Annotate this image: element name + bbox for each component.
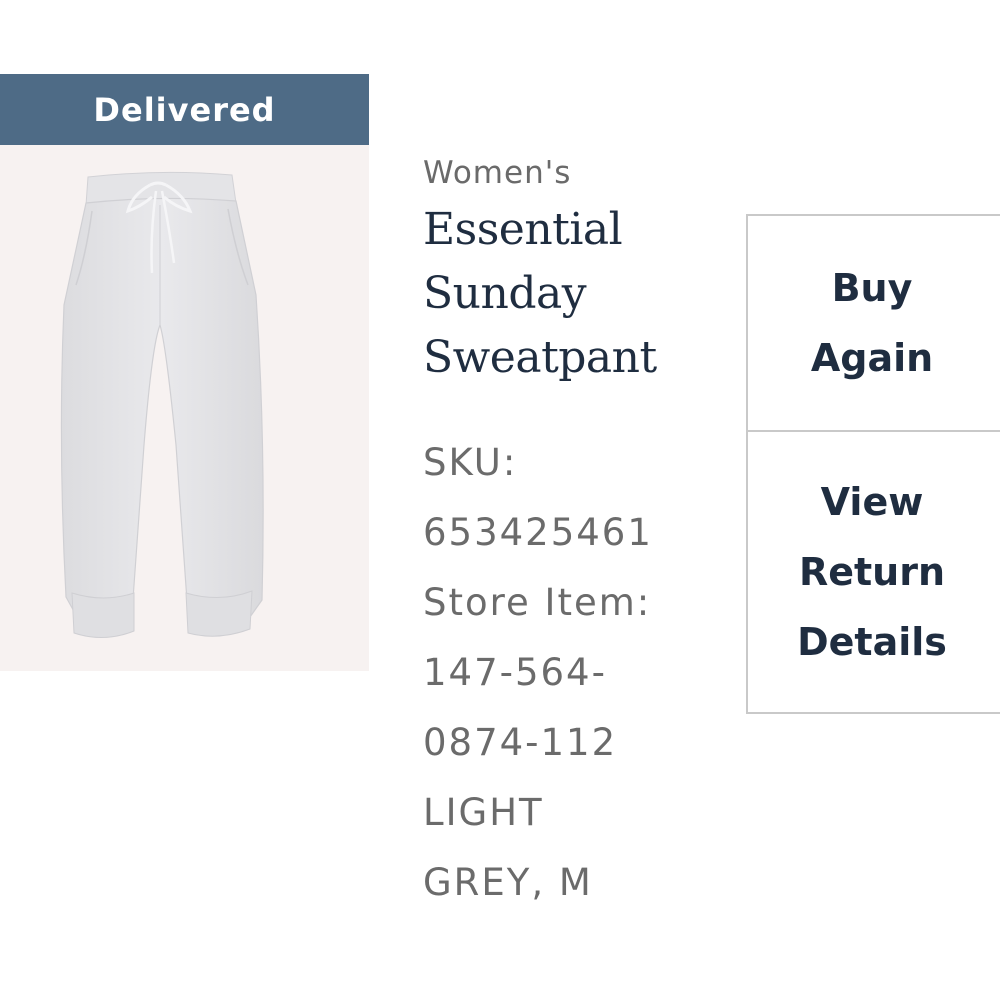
variant-value: LIGHT [423, 791, 544, 834]
status-label: Delivered [93, 90, 276, 129]
store-item-value: 147-564- [423, 651, 607, 694]
view-return-details-label: View Return Details [777, 467, 967, 677]
sweatpant-product-photo-icon [60, 171, 264, 638]
buy-again-button[interactable]: Buy Again [748, 216, 1000, 432]
view-return-details-button[interactable]: View Return Details [748, 432, 1000, 712]
view-return-label-line: Details [797, 620, 947, 664]
view-return-label-line: View [820, 480, 924, 524]
product-name-line: Essential [423, 204, 623, 255]
order-item-card: Delivered Women's Essential Sunday Sweat… [0, 0, 1000, 1000]
product-name-line: Sweatpant [423, 332, 657, 383]
store-item-label: Store Item: [423, 581, 652, 624]
status-badge: Delivered [0, 74, 369, 145]
order-item-actions: Buy Again View Return Details [746, 214, 1000, 714]
buy-again-label-line: Buy [831, 266, 913, 310]
view-return-label-line: Return [798, 550, 946, 594]
product-category: Women's [423, 155, 572, 191]
sku-value: 653425461 [423, 511, 653, 554]
product-details: Women's Essential Sunday Sweatpant SKU: … [423, 150, 723, 918]
buy-again-label: Buy Again [777, 253, 967, 393]
variant-value: GREY, M [423, 861, 593, 904]
product-name-line: Sunday [423, 268, 587, 319]
store-item-value: 0874-112 [423, 721, 618, 764]
product-name[interactable]: Essential Sunday Sweatpant [423, 196, 723, 390]
product-meta: SKU: 653425461 Store Item: 147-564- 0874… [423, 428, 723, 918]
buy-again-label-line: Again [810, 336, 934, 380]
sku-label: SKU: [423, 441, 518, 484]
product-image[interactable] [0, 145, 369, 671]
